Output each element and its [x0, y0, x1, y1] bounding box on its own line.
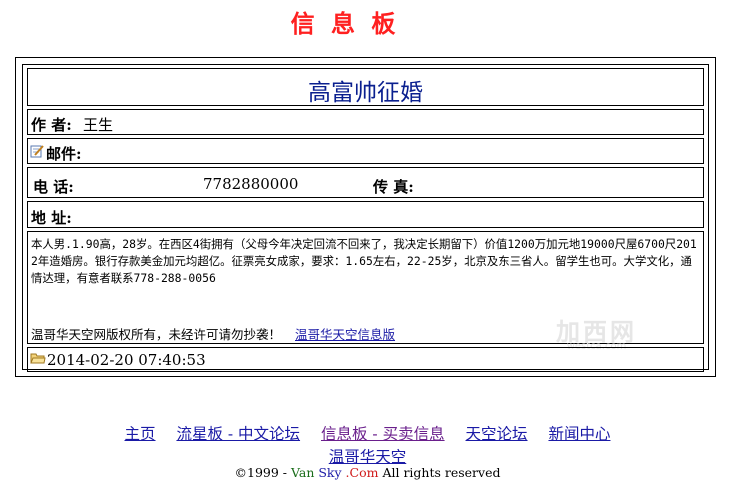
phone-label: 电 话: [33, 178, 74, 196]
footer-brand-sky: Sky [318, 465, 342, 480]
post-title: 高富帅征婚 [308, 80, 423, 106]
site-title: 信 息 板 [290, 9, 400, 38]
post-body-row: 本人男.1.90高，28岁。在西区4街拥有（父母今年决定回流不回来了，我决定长期… [27, 231, 704, 352]
author-row: 作 者: 王生 [27, 109, 704, 135]
nav-home-link[interactable]: 主页 [125, 425, 156, 443]
fax-label: 传 真: [373, 178, 414, 196]
email-row: 邮件: [27, 138, 704, 164]
nav-forum-link[interactable]: 流星板 - 中文论坛 [176, 425, 300, 443]
edit-icon [30, 145, 44, 158]
footer-brand-com: .Com [345, 465, 379, 480]
copyright-footer: ©1999 - Van Sky .Com All rights reserved [0, 465, 735, 480]
footer-nav: 主页 流星板 - 中文论坛 信息板 - 买卖信息 天空论坛 新闻中心 [0, 422, 735, 444]
watermark-logo: 加西网 westca.com [556, 318, 637, 352]
folder-icon [30, 353, 46, 364]
copyright-text: 温哥华天空网版权所有，未经许可请勿抄袭！ [31, 327, 282, 342]
site-name: 温哥华天空 [0, 445, 735, 467]
copyright-link[interactable]: 温哥华天空信息版 [295, 327, 395, 342]
footer-prefix: ©1999 - [234, 465, 291, 480]
nav-news-link[interactable]: 新闻中心 [548, 425, 610, 443]
author-label: 作 者: [31, 116, 72, 134]
post-inner-frame: 高富帅征婚 作 者: 王生 邮件: 电 话: 7782880000 传 真: 地… [22, 64, 709, 372]
post-frame: 高富帅征婚 作 者: 王生 邮件: 电 话: 7782880000 传 真: 地… [15, 57, 716, 377]
post-title-row: 高富帅征婚 [27, 68, 704, 106]
post-body: 本人男.1.90高，28岁。在西区4街拥有（父母今年决定回流不回来了，我决定长期… [31, 237, 697, 285]
date-row: 2014-02-20 07:40:53 [27, 347, 704, 372]
nav-sky-forum-link[interactable]: 天空论坛 [466, 425, 528, 443]
footer-brand-van: Van [290, 465, 315, 480]
post-date: 2014-02-20 07:40:53 [47, 351, 206, 369]
address-row: 地 址: [27, 201, 704, 228]
email-label: 邮件: [46, 145, 82, 163]
footer-suffix: All rights reserved [378, 465, 501, 480]
phone-row: 电 话: 7782880000 传 真: [27, 167, 704, 198]
nav-info-board-link[interactable]: 信息板 - 买卖信息 [321, 425, 445, 443]
address-label: 地 址: [31, 209, 72, 227]
author-value: 王生 [83, 116, 114, 134]
copyright-notice: 温哥华天空网版权所有，未经许可请勿抄袭！ 温哥华天空信息版 [31, 324, 395, 343]
site-name-link[interactable]: 温哥华天空 [329, 448, 407, 466]
phone-value: 7782880000 [203, 175, 299, 193]
